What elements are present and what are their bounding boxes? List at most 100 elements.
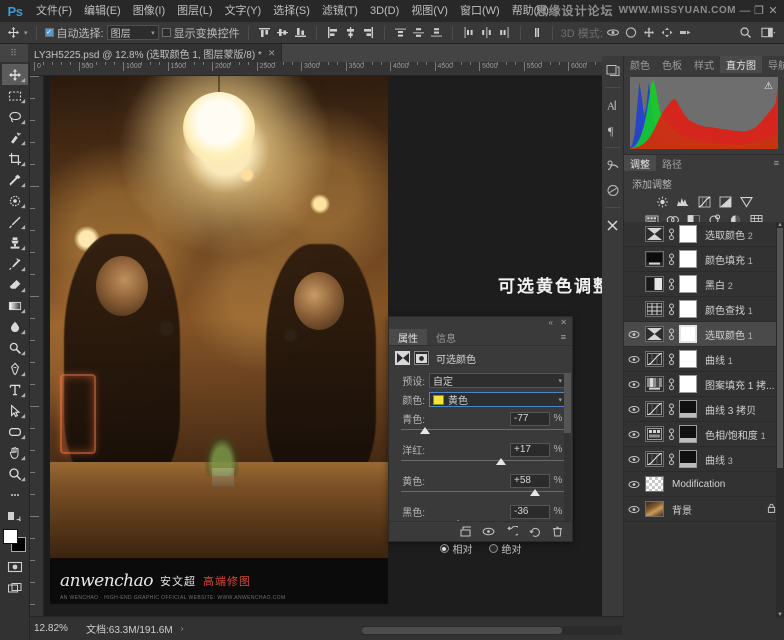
clone-stamp-tool[interactable] <box>2 232 28 253</box>
curves-icon[interactable] <box>645 351 664 367</box>
tool-preset-caret-icon[interactable]: ▾ <box>24 29 28 37</box>
distribute-spacing-icon[interactable] <box>529 25 544 40</box>
close-rail-icon[interactable] <box>604 217 622 233</box>
scrollbar-thumb[interactable] <box>362 627 562 634</box>
layer-row[interactable]: 图案填充 1 拷... <box>624 372 784 397</box>
distribute-horizontal-center-icon[interactable] <box>479 25 494 40</box>
menu-image[interactable]: 图像(I) <box>127 0 171 22</box>
background-photo-icon[interactable] <box>645 501 664 517</box>
radio-relative[interactable]: 相对 <box>439 541 473 556</box>
black-white-icon[interactable] <box>645 276 664 292</box>
edit-toolbar-tool[interactable] <box>2 484 28 505</box>
tab-adjustments[interactable]: 调整 <box>624 155 656 171</box>
layer-mask-thumbnail[interactable] <box>679 375 697 393</box>
eye-icon[interactable] <box>626 397 642 422</box>
layer-mask-icon[interactable] <box>414 351 429 365</box>
paragraph-icon[interactable]: ¶ <box>604 122 622 138</box>
screen-mode-button[interactable] <box>2 577 28 598</box>
layer-mask-thumbnail[interactable] <box>679 225 697 243</box>
view-previous-state-icon[interactable] <box>504 524 519 539</box>
pan-3d-icon[interactable] <box>642 25 657 40</box>
align-right-edges-icon[interactable] <box>361 25 376 40</box>
eye-icon[interactable] <box>626 472 642 497</box>
cyan-value[interactable]: -77 <box>510 411 550 426</box>
show-transform-checkbox[interactable] <box>161 28 171 37</box>
panel-menu-icon[interactable]: ≡ <box>774 155 784 171</box>
magenta-value[interactable]: +17 <box>510 442 550 457</box>
eraser-tool[interactable] <box>2 274 28 295</box>
tab-paths[interactable]: 路径 <box>656 155 688 171</box>
link-icon[interactable] <box>667 378 676 391</box>
layer-name[interactable]: 曲线 3 拷贝 <box>705 402 756 417</box>
eye-icon[interactable] <box>626 347 642 372</box>
link-icon[interactable] <box>667 353 676 366</box>
distribute-right-icon[interactable] <box>497 25 512 40</box>
clip-to-layer-icon[interactable] <box>458 524 473 539</box>
link-icon[interactable] <box>667 403 676 416</box>
roll-3d-icon[interactable] <box>624 25 639 40</box>
properties-scrollbar[interactable] <box>564 373 571 523</box>
distribute-bottom-icon[interactable] <box>429 25 444 40</box>
eye-icon[interactable] <box>626 372 642 397</box>
layers-list[interactable]: 选取颜色 2 颜色填充 1 黑白 2 颜色查找 1 选取颜色 1 曲线 1 图案填充 1 拷… <box>624 222 784 618</box>
minimize-button[interactable]: — <box>738 0 752 22</box>
layer-name[interactable]: 曲线 3 <box>705 452 733 467</box>
layer-row[interactable]: 颜色查找 1 <box>624 297 784 322</box>
horizontal-type-tool[interactable] <box>2 379 28 400</box>
spot-healing-brush-tool[interactable] <box>2 190 28 211</box>
tab-styles[interactable]: 样式 <box>688 56 720 73</box>
layer-row[interactable]: 曲线 1 <box>624 347 784 372</box>
menu-window[interactable]: 窗口(W) <box>454 0 506 22</box>
eye-icon[interactable] <box>626 447 642 472</box>
brightness-contrast-icon[interactable] <box>654 195 670 209</box>
menu-edit[interactable]: 编辑(E) <box>78 0 127 22</box>
magenta-slider[interactable] <box>401 458 564 470</box>
blur-tool[interactable] <box>2 316 28 337</box>
distribute-top-icon[interactable] <box>393 25 408 40</box>
layer-mask-thumbnail[interactable] <box>679 275 697 293</box>
zoom-level[interactable]: 12.82% <box>34 623 80 634</box>
histogram-cache-warning-icon[interactable]: ⚠ <box>764 81 773 92</box>
auto-select-checkbox[interactable]: ✓ <box>44 28 54 37</box>
pen-tool[interactable] <box>2 358 28 379</box>
preset-dropdown[interactable]: 自定 ▾ <box>429 373 566 388</box>
eye-icon[interactable] <box>626 422 642 447</box>
search-icon[interactable] <box>738 25 753 40</box>
foreground-color-swatch[interactable] <box>2 529 18 544</box>
menu-file[interactable]: 文件(F) <box>30 0 78 22</box>
layer-row[interactable]: 选取颜色 2 <box>624 222 784 247</box>
selective-color-icon[interactable] <box>645 326 664 342</box>
layer-mask-thumbnail[interactable] <box>679 450 697 468</box>
clone-source-icon[interactable] <box>604 182 622 198</box>
layer-row[interactable]: Modification <box>624 472 784 497</box>
reset-icon[interactable] <box>527 524 542 539</box>
layer-name[interactable]: 选取颜色 1 <box>705 327 753 342</box>
slider-knob[interactable] <box>419 427 430 434</box>
layer-row[interactable]: 色相/饱和度 1 <box>624 422 784 447</box>
radio-absolute[interactable]: 绝对 <box>488 541 522 556</box>
layer-name[interactable]: Modification <box>672 479 725 490</box>
close-button[interactable]: ✕ <box>766 0 780 22</box>
rectangle-tool[interactable] <box>2 421 28 442</box>
slider-knob[interactable] <box>529 489 540 496</box>
layer-row[interactable]: 曲线 3 拷贝 <box>624 397 784 422</box>
move-tool[interactable] <box>1 64 28 85</box>
layer-mask-thumbnail[interactable] <box>679 425 697 443</box>
properties-titlebar[interactable]: « ✕ <box>389 317 572 329</box>
eyedropper-tool[interactable] <box>2 169 28 190</box>
history-brush-tool[interactable] <box>2 253 28 274</box>
quick-mask-mode-button[interactable] <box>2 556 28 577</box>
curves-icon[interactable] <box>645 451 664 467</box>
library-icon[interactable] <box>604 62 622 78</box>
link-icon[interactable] <box>667 253 676 266</box>
selective-color-icon[interactable] <box>645 226 664 242</box>
layer-name[interactable]: 背景 <box>672 502 692 517</box>
path-selection-tool[interactable] <box>2 400 28 421</box>
layers-scrollbar[interactable]: ▲ ▼ <box>776 222 784 618</box>
pattern-fill-icon[interactable] <box>645 376 664 392</box>
menu-3d[interactable]: 3D(D) <box>364 0 405 22</box>
workspace-switcher-icon[interactable] <box>761 25 776 40</box>
close-icon[interactable]: ✕ <box>560 318 567 327</box>
layer-name[interactable]: 图案填充 1 拷... <box>705 377 774 392</box>
align-vertical-centers-icon[interactable] <box>275 25 290 40</box>
